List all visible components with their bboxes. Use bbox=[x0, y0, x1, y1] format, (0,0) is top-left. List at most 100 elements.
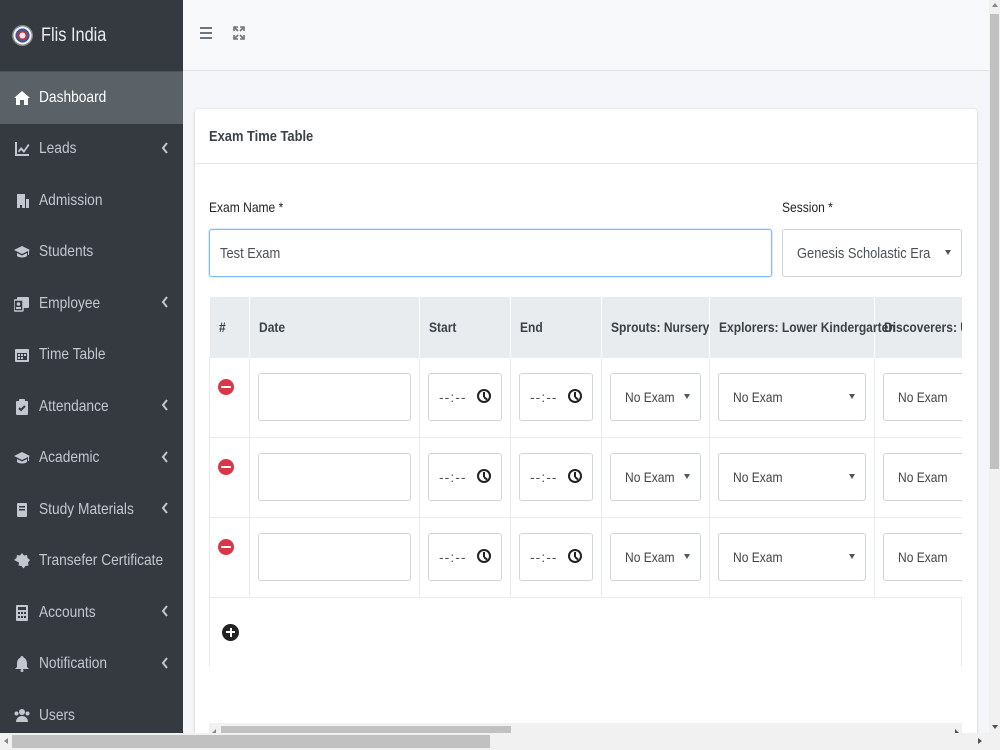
clock-icon[interactable] bbox=[568, 549, 582, 563]
exam-name-label: Exam Name * bbox=[209, 199, 284, 215]
column-header: Discoverers: Upper Kindergarten bbox=[874, 297, 962, 357]
scroll-up-icon[interactable] bbox=[992, 3, 998, 7]
remove-row-icon[interactable] bbox=[218, 459, 234, 475]
clock-icon[interactable] bbox=[477, 389, 491, 403]
date-input[interactable] bbox=[258, 533, 411, 581]
sidebar-item-label: Admission bbox=[39, 191, 103, 209]
explorers-select[interactable]: No Exam bbox=[718, 373, 866, 421]
start-time-input[interactable]: --:-- bbox=[428, 453, 502, 501]
end-time-value: --:-- bbox=[530, 389, 558, 405]
remove-row-icon[interactable] bbox=[218, 379, 234, 395]
chevron-down-icon bbox=[849, 394, 855, 399]
discoverers-select[interactable]: No Exam bbox=[883, 453, 962, 501]
chevron-left-icon bbox=[161, 604, 173, 620]
column-header: Date bbox=[249, 297, 420, 357]
exam-name-input[interactable]: Test Exam bbox=[209, 229, 772, 277]
chevron-down-icon bbox=[684, 554, 690, 559]
expand-icon[interactable] bbox=[233, 26, 249, 44]
chevron-down-icon bbox=[849, 554, 855, 559]
start-time-value: --:-- bbox=[439, 469, 467, 485]
start-time-input[interactable]: --:-- bbox=[428, 373, 502, 421]
end-time-input[interactable]: --:-- bbox=[519, 453, 593, 501]
timetable-table: # Date Start End Sprouts: Nursery Explorers: … bbox=[209, 297, 962, 598]
discoverers-select[interactable]: No Exam bbox=[883, 533, 962, 581]
sidebar-item-accounts[interactable]: Accounts bbox=[0, 587, 183, 639]
sprouts-select[interactable]: No Exam bbox=[610, 533, 701, 581]
scroll-thumb[interactable] bbox=[221, 726, 511, 733]
explorers-select[interactable]: No Exam bbox=[718, 533, 866, 581]
start-time-input[interactable]: --:-- bbox=[428, 533, 502, 581]
date-cell bbox=[249, 436, 420, 518]
page-horizontal-scrollbar[interactable] bbox=[0, 733, 1000, 750]
sidebar-item-transefer-certificate[interactable]: Transefer Certificate bbox=[0, 536, 183, 588]
sidebar-item-leads[interactable]: Leads bbox=[0, 124, 183, 176]
table-horizontal-scrollbar[interactable] bbox=[209, 723, 962, 733]
chevron-left-icon bbox=[161, 295, 173, 311]
sidebar-item-employee[interactable]: Employee bbox=[0, 278, 183, 330]
sprouts-value: No Exam bbox=[625, 389, 675, 405]
column-header-label: Date bbox=[259, 318, 286, 335]
sidebar-item-dashboard[interactable]: Dashboard bbox=[0, 72, 183, 124]
certificate-icon bbox=[13, 552, 31, 570]
sidebar-item-users[interactable]: Users bbox=[0, 690, 183, 733]
date-cell bbox=[249, 516, 420, 598]
remove-cell bbox=[209, 436, 250, 518]
exam-timetable-card: Exam Time Table Exam Name * Test Exam Se… bbox=[195, 109, 977, 733]
end-time-input[interactable]: --:-- bbox=[519, 373, 593, 421]
clock-icon[interactable] bbox=[568, 469, 582, 483]
brand-name: Flis India bbox=[41, 24, 107, 46]
brand-logo bbox=[12, 25, 33, 46]
clock-icon[interactable] bbox=[477, 469, 491, 483]
book-icon bbox=[13, 501, 31, 519]
explorers-select[interactable]: No Exam bbox=[718, 453, 866, 501]
clock-icon[interactable] bbox=[477, 549, 491, 563]
page-scroll-left-icon[interactable] bbox=[4, 738, 8, 744]
page-vertical-scrollbar[interactable] bbox=[989, 0, 1000, 733]
sprouts-select[interactable]: No Exam bbox=[610, 373, 701, 421]
table-row: --:-- --:-- No Exam No Exam No Exam bbox=[209, 356, 962, 438]
card-title: Exam Time Table bbox=[209, 127, 314, 145]
timetable-table-wrapper: # Date Start End Sprouts: Nursery Explorers: … bbox=[209, 297, 962, 667]
start-cell: --:-- bbox=[419, 516, 511, 598]
sidebar-item-label: Notification bbox=[39, 655, 108, 673]
sidebar-item-attendance[interactable]: Attendance bbox=[0, 381, 183, 433]
sidebar-item-admission[interactable]: Admission bbox=[0, 175, 183, 227]
id-card-icon bbox=[13, 295, 31, 313]
sidebar-item-academic[interactable]: Academic bbox=[0, 433, 183, 485]
sidebar: Flis India Dashboard Leads Admission Studen… bbox=[0, 0, 183, 733]
sidebar-item-time-table[interactable]: Time Table bbox=[0, 330, 183, 382]
remove-row-icon[interactable] bbox=[218, 539, 234, 555]
graduation-cap-icon bbox=[13, 449, 31, 467]
table-row: --:-- --:-- No Exam No Exam No Exam bbox=[209, 436, 962, 518]
remove-cell bbox=[209, 356, 250, 438]
vertical-scroll-thumb[interactable] bbox=[990, 14, 999, 469]
date-input[interactable] bbox=[258, 453, 411, 501]
column-header-label: Explorers: Lower Kindergarten bbox=[719, 318, 896, 335]
remove-cell bbox=[209, 516, 250, 598]
add-row-container bbox=[209, 597, 962, 667]
sidebar-item-notification[interactable]: Notification bbox=[0, 639, 183, 691]
session-select[interactable]: Genesis Scholastic Era bbox=[782, 229, 962, 277]
chevron-left-icon bbox=[161, 141, 173, 157]
exam-name-value: Test Exam bbox=[220, 244, 281, 262]
clock-icon[interactable] bbox=[568, 389, 582, 403]
discoverers-cell: No Exam bbox=[874, 356, 962, 438]
hamburger-icon[interactable] bbox=[200, 26, 216, 44]
end-time-input[interactable]: --:-- bbox=[519, 533, 593, 581]
page-scroll-right-icon[interactable] bbox=[978, 738, 982, 744]
add-row-icon[interactable] bbox=[222, 623, 239, 641]
end-cell: --:-- bbox=[510, 436, 602, 518]
discoverers-cell: No Exam bbox=[874, 436, 962, 518]
date-input[interactable] bbox=[258, 373, 411, 421]
horizontal-scroll-thumb[interactable] bbox=[12, 735, 490, 748]
sidebar-item-study-materials[interactable]: Study Materials bbox=[0, 484, 183, 536]
sidebar-item-students[interactable]: Students bbox=[0, 227, 183, 279]
calculator-icon bbox=[13, 604, 31, 622]
brand-link[interactable]: Flis India bbox=[0, 0, 183, 72]
scroll-down-icon[interactable] bbox=[992, 725, 998, 729]
discoverers-select[interactable]: No Exam bbox=[883, 373, 962, 421]
column-header-label: Discoverers: Upper Kindergarten bbox=[884, 318, 962, 335]
calendar-icon bbox=[13, 346, 31, 364]
sprouts-value: No Exam bbox=[625, 549, 675, 565]
sprouts-select[interactable]: No Exam bbox=[610, 453, 701, 501]
